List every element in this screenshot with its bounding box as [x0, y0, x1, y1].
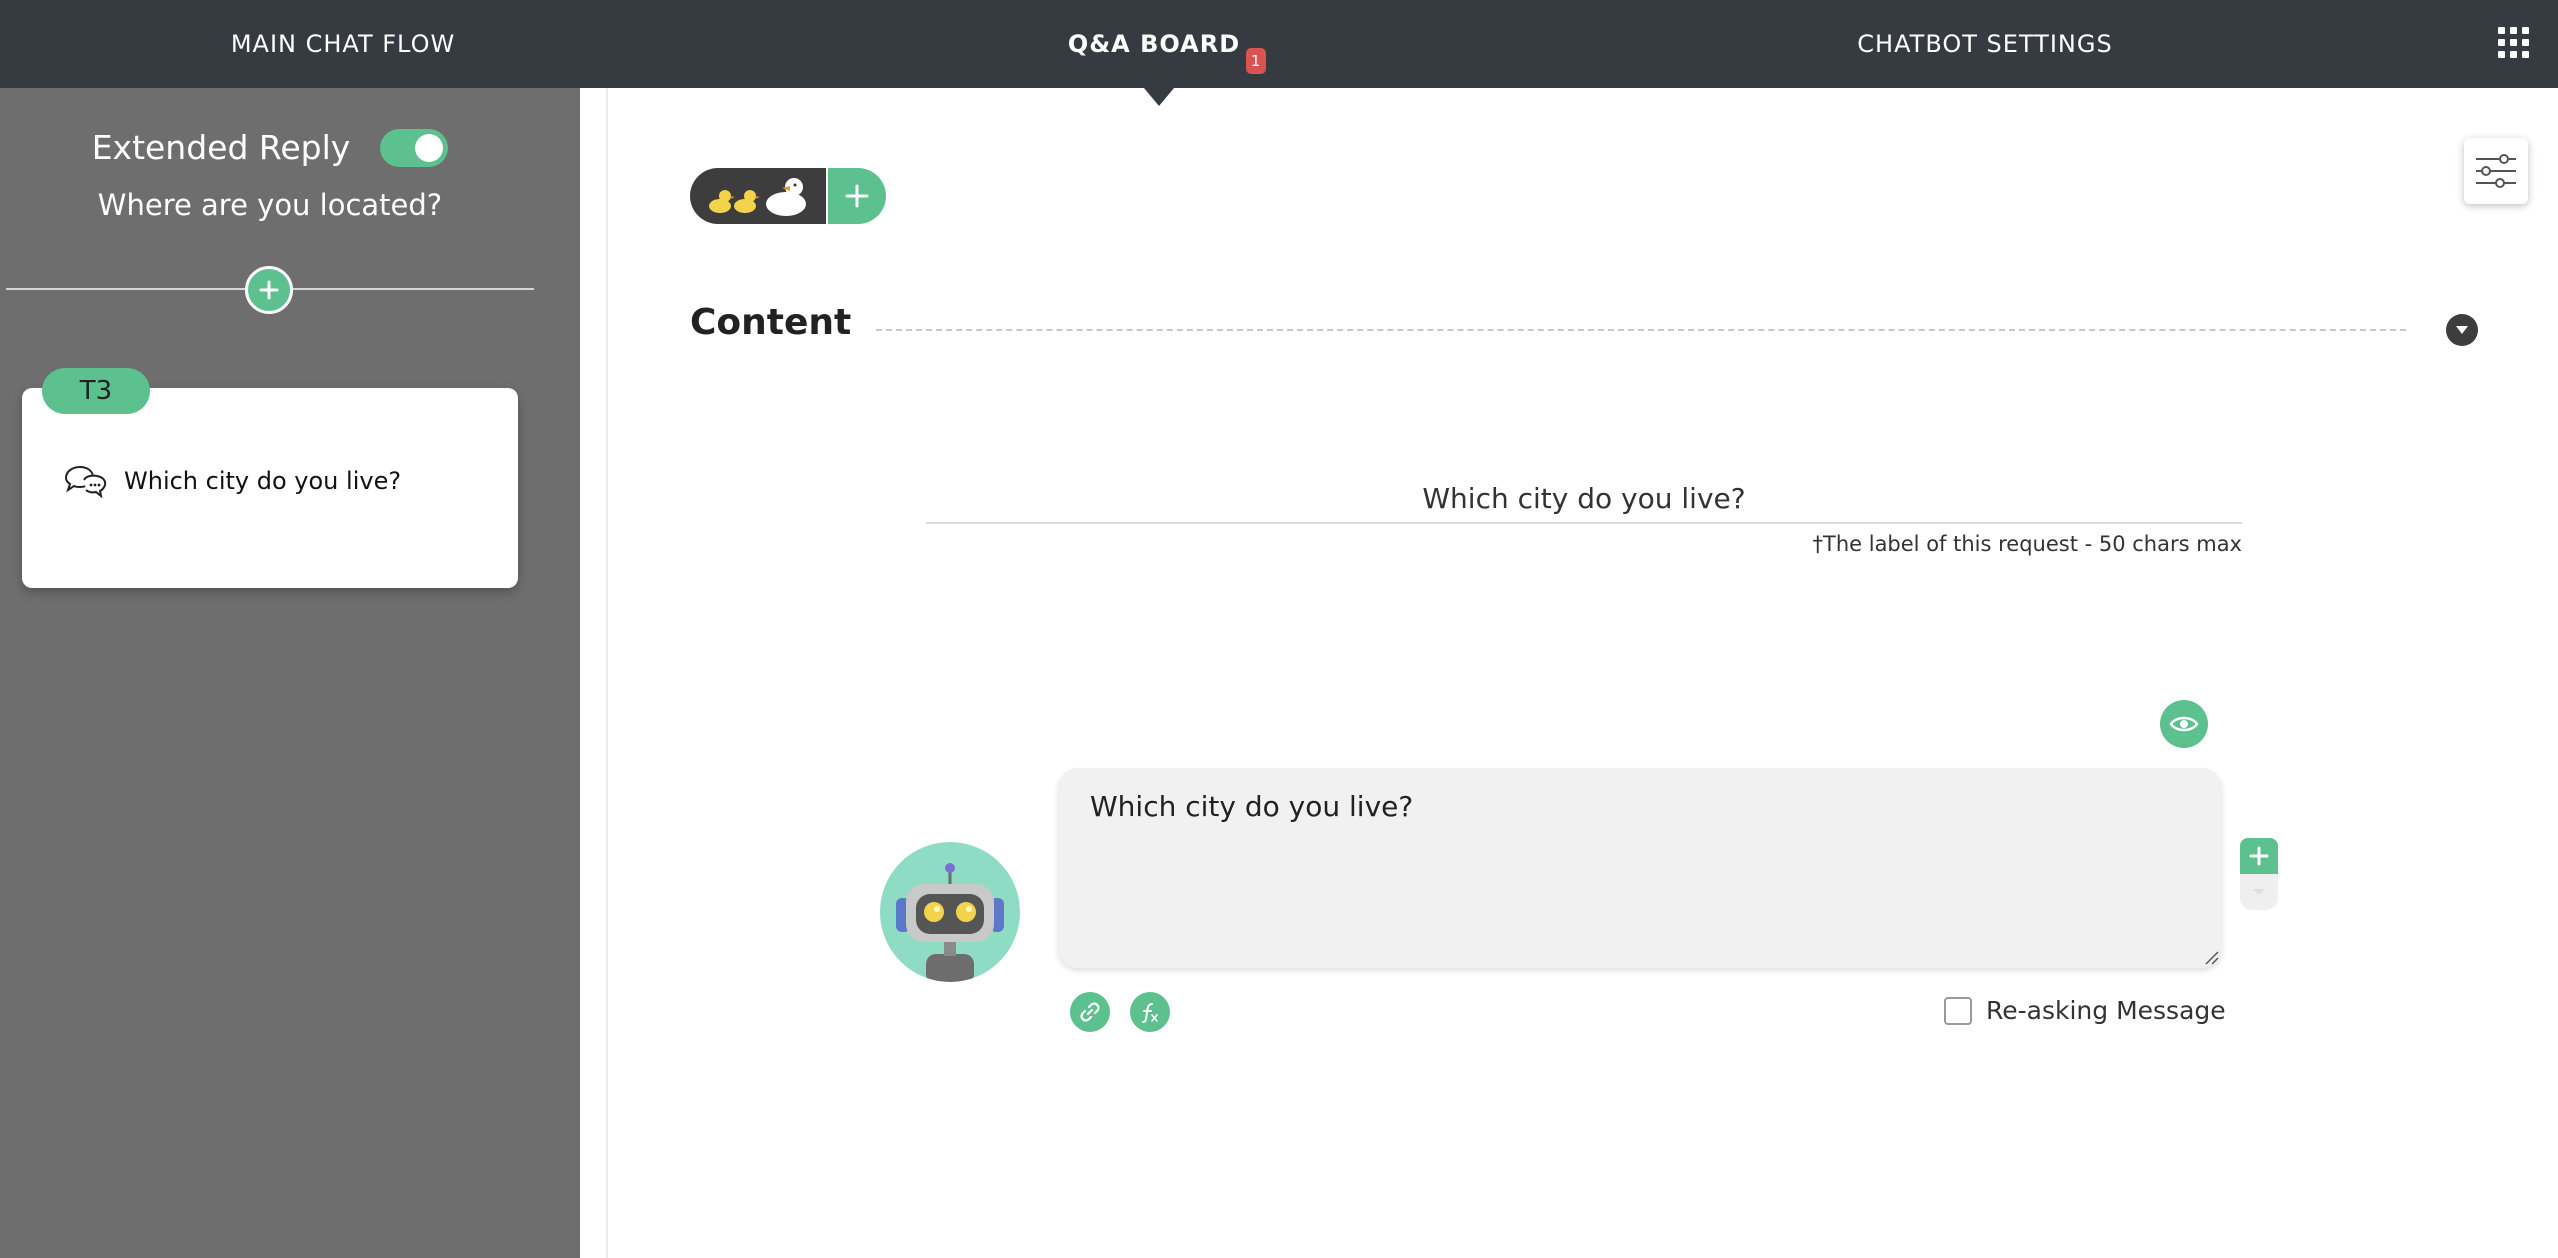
tab-label-wrap: Q&A BOARD 1 [1067, 30, 1267, 74]
add-persona-button[interactable] [828, 168, 886, 224]
extended-reply-toggle[interactable] [380, 128, 449, 167]
section-divider [876, 329, 2406, 331]
tab-label: Q&A BOARD [1067, 30, 1241, 58]
filter-settings-button[interactable] [2464, 138, 2528, 204]
toggle-knob [415, 133, 444, 162]
request-label-input[interactable] [926, 474, 2242, 524]
insert-link-button[interactable] [1070, 992, 1110, 1032]
eye-icon [2169, 716, 2199, 732]
card-tag: T3 [42, 368, 150, 414]
extended-reply-label: Extended Reply [91, 128, 351, 167]
top-navigation: MAIN CHAT FLOW Q&A BOARD 1 CHATBOT SETTI… [0, 0, 2558, 88]
sliders-icon [2476, 154, 2516, 188]
card-question-text: Which city do you live? [124, 467, 402, 495]
reasking-message-option[interactable]: Re-asking Message [1944, 996, 2226, 1025]
bot-avatar [880, 842, 1020, 982]
tab-chatbot-settings[interactable]: CHATBOT SETTINGS [1830, 0, 2140, 88]
link-icon [1080, 1002, 1100, 1022]
chevron-down-icon [2253, 889, 2265, 895]
question-card[interactable]: T3 Which city do you live? [22, 368, 518, 588]
card-row: Which city do you live? [62, 464, 401, 498]
plus-icon [259, 280, 279, 300]
notification-badge: 1 [1246, 48, 1267, 74]
active-tab-caret-icon [1144, 88, 1174, 106]
function-icon [1142, 1003, 1158, 1023]
message-textarea[interactable]: Which city do you live? [1058, 768, 2222, 968]
tab-qa-board[interactable]: Q&A BOARD 1 [1040, 0, 1268, 88]
request-label-hint: †The label of this request - 50 chars ma… [1812, 532, 2243, 556]
collapse-section-button[interactable] [2446, 314, 2478, 346]
extended-reply-row: Extended Reply [0, 128, 540, 167]
reasking-checkbox[interactable] [1944, 996, 1972, 1025]
robot-icon [896, 863, 1004, 982]
add-message-button[interactable] [2240, 838, 2278, 874]
move-down-button[interactable] [2240, 874, 2278, 910]
sidebar-subtitle: Where are you located? [97, 188, 443, 222]
duck-icon [709, 178, 806, 216]
preview-button[interactable] [2160, 700, 2208, 748]
tab-label: CHATBOT SETTINGS [1857, 30, 2113, 58]
resize-handle-icon[interactable] [2204, 950, 2220, 966]
sidebar: Extended Reply Where are you located? T3… [0, 88, 580, 1258]
reasking-label: Re-asking Message [1986, 996, 2226, 1025]
insert-function-button[interactable] [1130, 992, 1170, 1032]
plus-icon [845, 184, 869, 208]
speech-bubbles-icon [64, 465, 107, 498]
sidebar-edge [580, 88, 608, 1258]
plus-icon [2249, 846, 2269, 866]
chevron-down-icon [2456, 326, 2468, 334]
tab-label: MAIN CHAT FLOW [230, 30, 456, 58]
persona-selector [690, 168, 886, 224]
content-section-title: Content [690, 302, 852, 343]
add-question-button[interactable] [245, 266, 293, 314]
duck-persona-pill[interactable] [690, 168, 826, 224]
tab-main-chat-flow[interactable]: MAIN CHAT FLOW [180, 0, 506, 88]
grid-icon[interactable] [2498, 27, 2530, 59]
